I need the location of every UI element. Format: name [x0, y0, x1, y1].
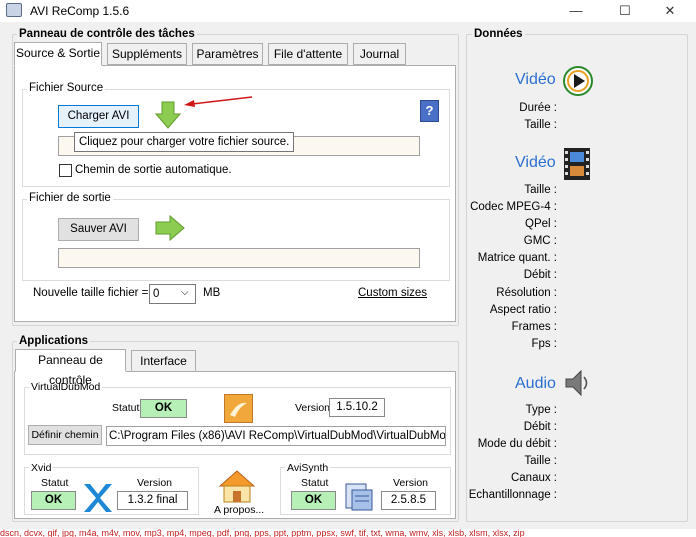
- film-strip-icon: [564, 148, 590, 180]
- app-icon: [6, 3, 22, 17]
- close-button[interactable]: ✕: [650, 0, 690, 22]
- vdm-status-badge: OK: [140, 399, 187, 418]
- applications-title: Applications: [17, 335, 91, 347]
- data-panel-title: Données: [472, 28, 525, 40]
- audio-section-title: Audio: [515, 375, 556, 392]
- window-title: AVI ReComp 1.5.6: [30, 4, 130, 18]
- help-icon[interactable]: ?: [420, 100, 439, 122]
- avisynth-version-value: 2.5.8.5: [381, 491, 436, 510]
- audio-type-label: Type :: [525, 404, 557, 416]
- codec-fps-label: Fps :: [531, 338, 557, 350]
- xvid-label: Xvid: [29, 462, 54, 474]
- video-codec-section-title: Vidéo: [515, 154, 556, 171]
- codec-qpel-label: QPel :: [525, 218, 557, 230]
- about-house-icon[interactable]: [216, 468, 258, 504]
- down-arrow-icon: [154, 101, 182, 129]
- xvid-status-label: Statut: [41, 477, 69, 489]
- vdm-version-label: Version: [295, 402, 331, 414]
- tab-parametres[interactable]: Paramètres: [192, 43, 263, 65]
- load-tooltip: Cliquez pour charger votre fichier sourc…: [74, 132, 295, 152]
- codec-size-label: Taille :: [524, 184, 557, 196]
- audio-bitrate-mode-label: Mode du débit :: [477, 438, 557, 450]
- audio-sampling-label: Echantillonnage :: [468, 489, 557, 501]
- define-path-button[interactable]: Définir chemin: [28, 425, 102, 445]
- chevron-down-icon: ⌵: [181, 287, 189, 298]
- control-panel-title: Panneau de contrôle des tâches: [17, 28, 197, 40]
- tab-interface[interactable]: Interface: [131, 350, 196, 372]
- audio-size-label: Taille :: [524, 455, 557, 467]
- title-bar[interactable]: AVI ReComp 1.5.6 — ☐ ✕: [0, 0, 696, 22]
- source-file-label: Fichier Source: [27, 82, 106, 94]
- xvid-version-label: Version: [137, 477, 173, 489]
- codec-resolution-label: Résolution :: [496, 287, 557, 299]
- avisynth-logo-icon: [345, 483, 373, 511]
- auto-output-checkbox[interactable]: [59, 164, 72, 177]
- red-arrow-icon: [184, 96, 253, 107]
- codec-matrix-label: Matrice quant. :: [477, 252, 557, 264]
- video-duration-label: Durée :: [519, 102, 557, 114]
- codec-frames-label: Frames :: [511, 321, 557, 333]
- auto-output-label: Chemin de sortie automatique.: [75, 164, 232, 176]
- maximize-button[interactable]: ☐: [605, 0, 645, 22]
- vdm-path-field[interactable]: C:\Program Files (x86)\AVI ReComp\Virtua…: [106, 426, 446, 446]
- codec-mpeg4-label: Codec MPEG-4 :: [470, 201, 557, 213]
- speaker-icon: [565, 369, 588, 397]
- vdm-version-value: 1.5.10.2: [329, 398, 385, 417]
- avisynth-label: AviSynth: [285, 462, 331, 474]
- video-section-title: Vidéo: [515, 71, 556, 88]
- xvid-status-badge: OK: [31, 491, 76, 510]
- vdm-status-label: Statut: [112, 402, 140, 414]
- output-path-field[interactable]: [58, 248, 420, 268]
- xvid-logo-icon: [84, 484, 112, 512]
- avisynth-status-label: Statut: [301, 477, 329, 489]
- output-file-label: Fichier de sortie: [27, 192, 113, 204]
- audio-channels-label: Canaux :: [510, 472, 557, 484]
- new-size-label: Nouvelle taille fichier =: [33, 287, 149, 299]
- size-select[interactable]: 0 ⌵: [149, 284, 196, 304]
- codec-bitrate-label: Débit :: [523, 269, 557, 281]
- tab-panneau-controle[interactable]: Panneau de contrôle: [15, 349, 126, 387]
- size-unit: MB: [203, 287, 221, 299]
- save-avi-button[interactable]: Sauver AVI: [58, 218, 139, 241]
- tab-supplements[interactable]: Suppléments: [107, 43, 187, 65]
- vdm-logo-icon: [224, 394, 253, 423]
- tab-journal[interactable]: Journal: [353, 43, 406, 65]
- right-arrow-icon: [155, 214, 185, 242]
- tab-file-attente[interactable]: File d'attente: [268, 43, 348, 65]
- size-select-value: 0: [153, 288, 160, 300]
- play-icon: [563, 66, 593, 96]
- about-label[interactable]: A propos...: [214, 504, 264, 516]
- xvid-version-value: 1.3.2 final: [117, 491, 188, 510]
- codec-aspect-label: Aspect ratio :: [489, 304, 557, 316]
- minimize-button[interactable]: —: [556, 0, 596, 22]
- custom-sizes-link[interactable]: Custom sizes: [358, 287, 427, 299]
- load-avi-button[interactable]: Charger AVI: [58, 105, 139, 128]
- background-file-list: dscn, dcvx, gif, jpg, m4a, m4v, mov, mp3…: [0, 529, 696, 537]
- codec-gmc-label: GMC :: [523, 235, 557, 247]
- video-size-label: Taille :: [524, 119, 557, 131]
- tab-source-sortie[interactable]: Source & Sortie: [14, 42, 102, 66]
- avisynth-version-label: Version: [393, 477, 429, 489]
- audio-bitrate-label: Débit :: [523, 421, 557, 433]
- avisynth-status-badge: OK: [291, 491, 336, 510]
